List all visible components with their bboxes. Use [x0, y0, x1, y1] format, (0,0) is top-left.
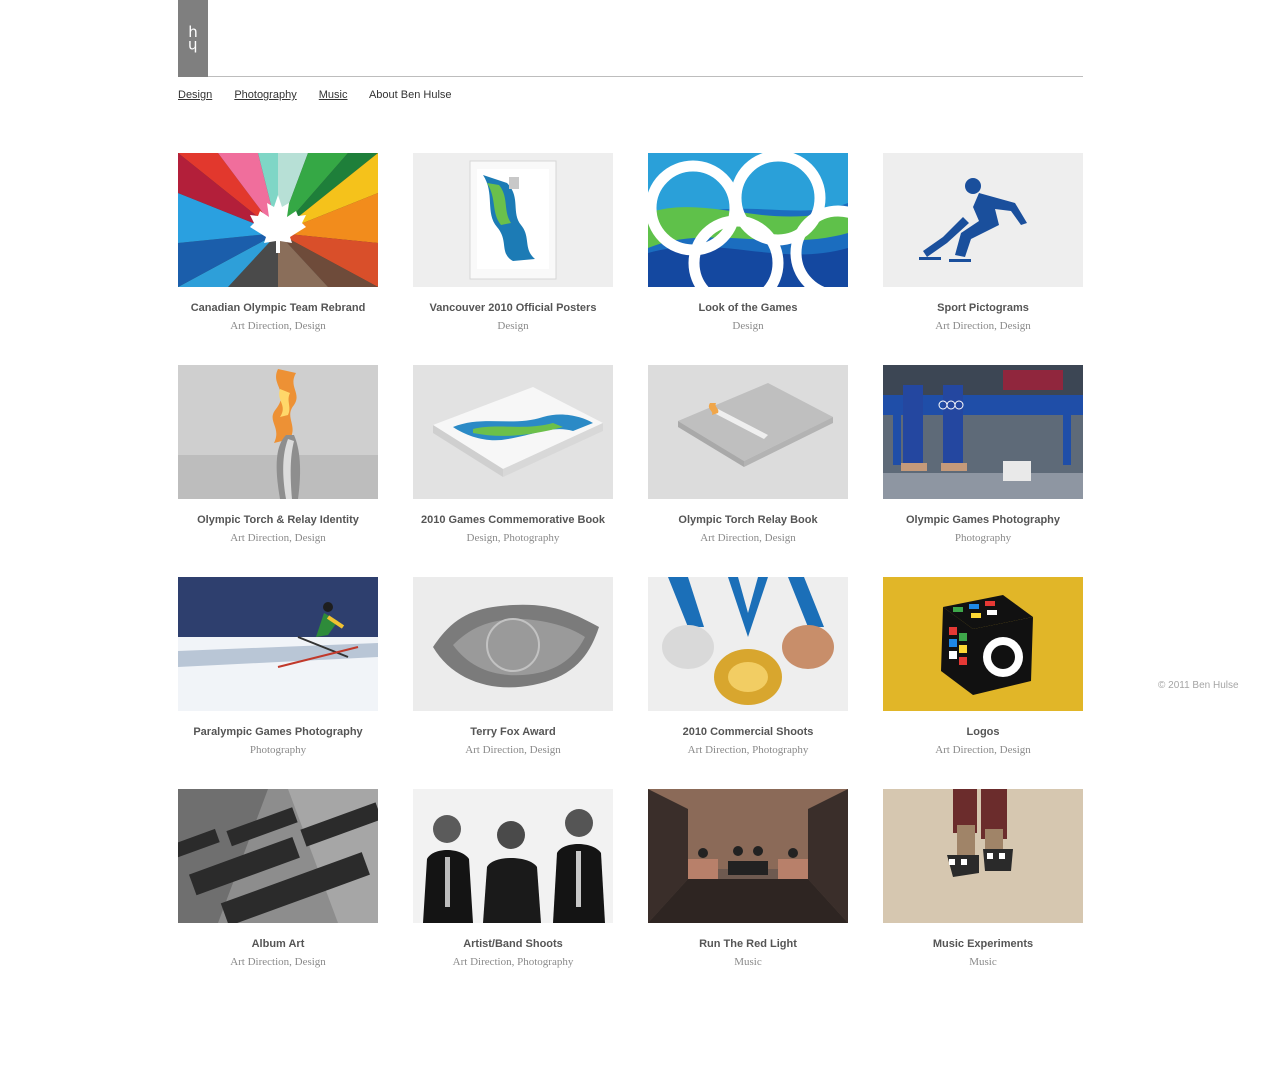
nav-link-design[interactable]: Design [178, 89, 212, 101]
nav-link-about[interactable]: About Ben Hulse [369, 89, 452, 101]
project-categories: Photography [249, 744, 307, 756]
project-title[interactable]: Run The Red Light [648, 938, 848, 951]
project-card[interactable]: 2010 Commercial Shoots Art Direction, Ph… [648, 577, 848, 757]
project-categories: Art Direction, Design [465, 744, 561, 756]
header-divider [208, 76, 1083, 77]
project-categories: Art Direction, Design [230, 320, 326, 332]
project-categories: Photography [954, 532, 1012, 544]
project-thumbnail-olympic-rings[interactable] [648, 153, 848, 287]
project-title[interactable]: 2010 Commercial Shoots [648, 726, 848, 739]
project-title[interactable]: Paralympic Games Photography [178, 726, 378, 739]
project-categories: Art Direction, Photography [452, 956, 574, 968]
project-card[interactable]: Olympic Games Photography Photography [883, 365, 1083, 545]
project-categories: Art Direction, Design [230, 956, 326, 968]
logo-letter-bottom: h [188, 36, 198, 55]
copyright-text: © 2011 Ben Hulse [1158, 680, 1239, 691]
project-title[interactable]: Look of the Games [648, 302, 848, 315]
project-categories: Art Direction, Design [700, 532, 796, 544]
project-thumbnail-terry-fox-award[interactable] [413, 577, 613, 711]
project-title[interactable]: Olympic Torch Relay Book [648, 514, 848, 527]
project-thumbnail-medals[interactable] [648, 577, 848, 711]
project-thumbnail-paralympic-skier[interactable] [178, 577, 378, 711]
project-title[interactable]: Olympic Torch & Relay Identity [178, 514, 378, 527]
project-card[interactable]: Album Art Art Direction, Design [178, 789, 378, 969]
project-card[interactable]: Vancouver 2010 Official Posters Design [413, 153, 613, 333]
project-title[interactable]: Music Experiments [883, 938, 1083, 951]
project-categories: Art Direction, Design [935, 320, 1031, 332]
project-title[interactable]: Album Art [178, 938, 378, 951]
project-categories: Music [734, 956, 762, 968]
project-title[interactable]: Sport Pictograms [883, 302, 1083, 315]
project-card[interactable]: Logos Art Direction, Design [883, 577, 1083, 757]
project-categories: Art Direction, Design [935, 744, 1031, 756]
project-card[interactable]: 2010 Games Commemorative Book Design, Ph… [413, 365, 613, 545]
project-card[interactable]: Terry Fox Award Art Direction, Design [413, 577, 613, 757]
project-title[interactable]: Artist/Band Shoots [413, 938, 613, 951]
project-card[interactable]: Music Experiments Music [883, 789, 1083, 969]
project-card[interactable]: Sport Pictograms Art Direction, Design [883, 153, 1083, 333]
project-card[interactable]: Olympic Torch Relay Book Art Direction, … [648, 365, 848, 545]
project-title[interactable]: 2010 Games Commemorative Book [413, 514, 613, 527]
project-title[interactable]: Vancouver 2010 Official Posters [413, 302, 613, 315]
project-card[interactable]: Look of the Games Design [648, 153, 848, 333]
project-thumbnail-commemorative-book[interactable] [413, 365, 613, 499]
project-categories: Design [497, 320, 529, 332]
project-card[interactable]: Olympic Torch & Relay Identity Art Direc… [178, 365, 378, 545]
project-thumbnail-skater-pictogram[interactable] [883, 153, 1083, 287]
project-thumbnail-cube-logo[interactable] [883, 577, 1083, 711]
main-nav: Design Photography Music About Ben Hulse [178, 89, 452, 101]
project-thumbnail-red-light[interactable] [648, 789, 848, 923]
project-card[interactable]: Paralympic Games Photography Photography [178, 577, 378, 757]
nav-link-music[interactable]: Music [319, 89, 348, 101]
nav-link-photography[interactable]: Photography [234, 89, 296, 101]
project-title[interactable]: Terry Fox Award [413, 726, 613, 739]
project-title[interactable]: Logos [883, 726, 1083, 739]
project-thumbnail-torch[interactable] [178, 365, 378, 499]
project-card[interactable]: Run The Red Light Music [648, 789, 848, 969]
site-logo[interactable]: h h [178, 0, 208, 77]
project-thumbnail-band-shoot[interactable] [413, 789, 613, 923]
project-thumbnail-sneakers[interactable] [883, 789, 1083, 923]
project-categories: Art Direction, Photography [687, 744, 809, 756]
project-thumbnail-torch-relay-book[interactable] [648, 365, 848, 499]
project-thumbnail-poster[interactable] [413, 153, 613, 287]
project-categories: Art Direction, Design [230, 532, 326, 544]
project-thumbnail-athlete-bench[interactable] [883, 365, 1083, 499]
project-title[interactable]: Olympic Games Photography [883, 514, 1083, 527]
project-categories: Design, Photography [466, 532, 560, 544]
project-categories: Design [732, 320, 764, 332]
project-card[interactable]: Canadian Olympic Team Rebrand Art Direct… [178, 153, 378, 333]
project-thumbnail-maple-leaf[interactable] [178, 153, 378, 287]
project-title[interactable]: Canadian Olympic Team Rebrand [178, 302, 378, 315]
project-thumbnail-album-art[interactable] [178, 789, 378, 923]
project-categories: Music [969, 956, 997, 968]
project-card[interactable]: Artist/Band Shoots Art Direction, Photog… [413, 789, 613, 969]
